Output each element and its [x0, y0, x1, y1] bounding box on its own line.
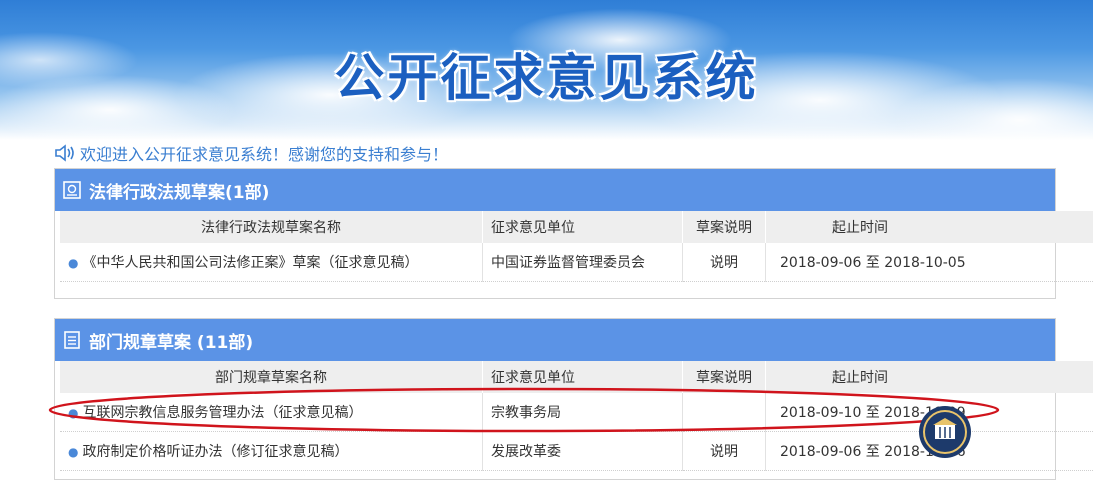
section-header: 法律行政法规草案(1部) [55, 169, 1055, 211]
highlight-ellipse [46, 386, 1002, 434]
draft-name-cell[interactable]: ● 《中华人民共和国公司法修正案》草案（征求意见稿） [60, 243, 483, 282]
draft-name-link[interactable]: 政府制定价格听证办法（修订征求意见稿） [82, 444, 348, 460]
draft-name-cell[interactable]: ● 政府制定价格听证办法（修订征求意见稿） [60, 432, 483, 471]
section-title: 法律行政法规草案(1部) [89, 178, 269, 203]
document-list-icon [63, 331, 81, 349]
speaker-icon [54, 144, 76, 162]
welcome-text: 欢迎进入公开征求意见系统！感谢您的支持和参与！ [80, 141, 448, 165]
welcome-message: 欢迎进入公开征求意见系统！感谢您的支持和参与！ [54, 142, 448, 164]
section-title: 部门规章草案 (11部) [89, 328, 253, 353]
table-header-row: 法律行政法规草案名称 征求意见单位 草案说明 起止时间 [60, 211, 1093, 243]
draft-note-link[interactable]: 说明 [683, 243, 766, 282]
draft-name-link[interactable]: 《中华人民共和国公司法修正案》草案（征求意见稿） [82, 255, 418, 271]
column-header-unit: 征求意见单位 [483, 211, 683, 243]
document-box-icon [63, 181, 81, 199]
header-banner: 公开征求意见系统 [0, 0, 1093, 140]
column-header-period: 起止时间 [766, 211, 1093, 243]
draft-unit: 中国证券监督管理委员会 [483, 243, 683, 282]
law-drafts-table: 法律行政法规草案名称 征求意见单位 草案说明 起止时间 ● 《中华人民共和国公司法… [60, 211, 1093, 282]
section-header: 部门规章草案 (11部) [55, 319, 1055, 361]
bullet-icon: ● [68, 445, 78, 459]
table-row: ● 《中华人民共和国公司法修正案》草案（征求意见稿） 中国证券监督管理委员会 说明… [60, 243, 1093, 282]
draft-note-link[interactable]: 说明 [683, 432, 766, 471]
draft-unit: 发展改革委 [483, 432, 683, 471]
bullet-icon: ● [68, 256, 78, 270]
law-drafts-section: 法律行政法规草案(1部) 法律行政法规草案名称 征求意见单位 草案说明 起止时间… [54, 168, 1056, 299]
column-header-name: 法律行政法规草案名称 [60, 211, 483, 243]
site-title: 公开征求意见系统 [0, 38, 1093, 110]
column-header-note: 草案说明 [683, 211, 766, 243]
watermark-logo-icon [918, 405, 972, 459]
draft-period: 2018-09-06 至 2018-10-05 [766, 243, 1093, 282]
